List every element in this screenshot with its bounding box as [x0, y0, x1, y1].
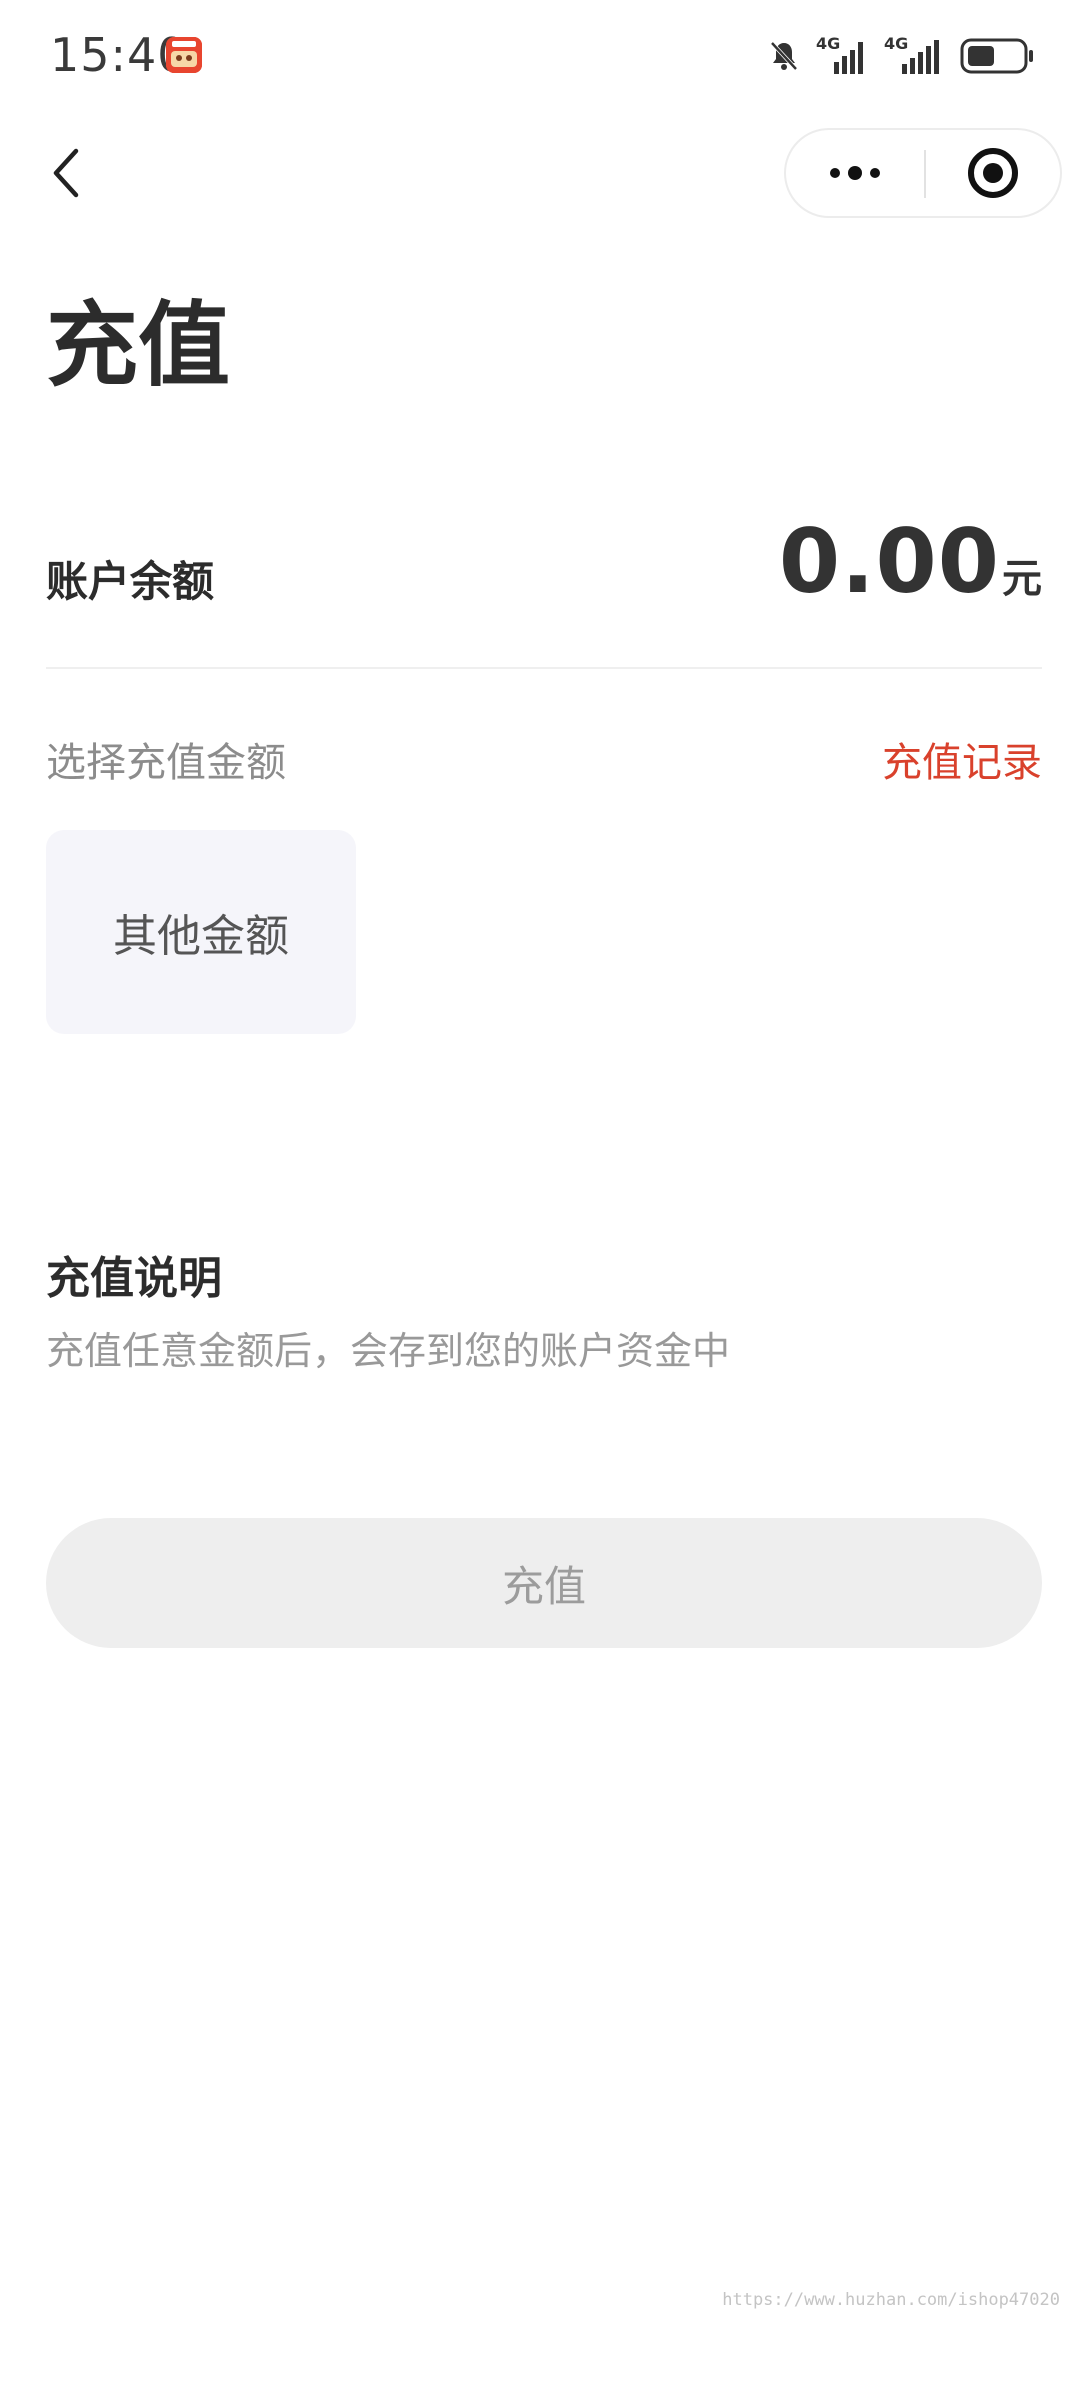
app-logo-icon [166, 37, 202, 73]
bell-muted-icon [770, 41, 798, 71]
signal-4g-icon: 4G [816, 34, 870, 76]
select-amount-label: 选择充值金额 [46, 740, 286, 786]
app-notification-icon [166, 37, 202, 73]
more-dots-icon [830, 166, 880, 180]
battery-icon [960, 38, 1033, 74]
divider [46, 667, 1042, 669]
back-button[interactable] [36, 138, 96, 208]
other-amount-option[interactable]: 其他金额 [46, 830, 356, 1034]
balance-unit: 元 [1002, 556, 1042, 602]
signal-4g-icon: 4G [884, 34, 946, 76]
target-close-icon [968, 148, 1018, 198]
close-button[interactable] [926, 130, 1060, 216]
page-title: 充值 [46, 292, 231, 399]
description-text: 充值任意金额后，会存到您的账户资金中 [46, 1329, 731, 1373]
balance-amount: 0.00 元 [779, 510, 1042, 613]
description-title: 充值说明 [46, 1253, 222, 1304]
more-button[interactable] [786, 130, 924, 216]
balance-label: 账户余额 [46, 557, 215, 606]
status-bar: 15:40 4G 4G [0, 0, 1088, 110]
status-indicators: 4G 4G [766, 32, 1036, 80]
mini-program-capsule [784, 128, 1062, 218]
recharge-record-link[interactable]: 充值记录 [882, 730, 1042, 788]
balance-value: 0.00 [778, 510, 1000, 613]
chevron-left-icon [53, 148, 79, 198]
watermark: https://www.huzhan.com/ishop47020 [722, 2290, 1060, 2310]
recharge-button[interactable]: 充值 [46, 1518, 1042, 1648]
